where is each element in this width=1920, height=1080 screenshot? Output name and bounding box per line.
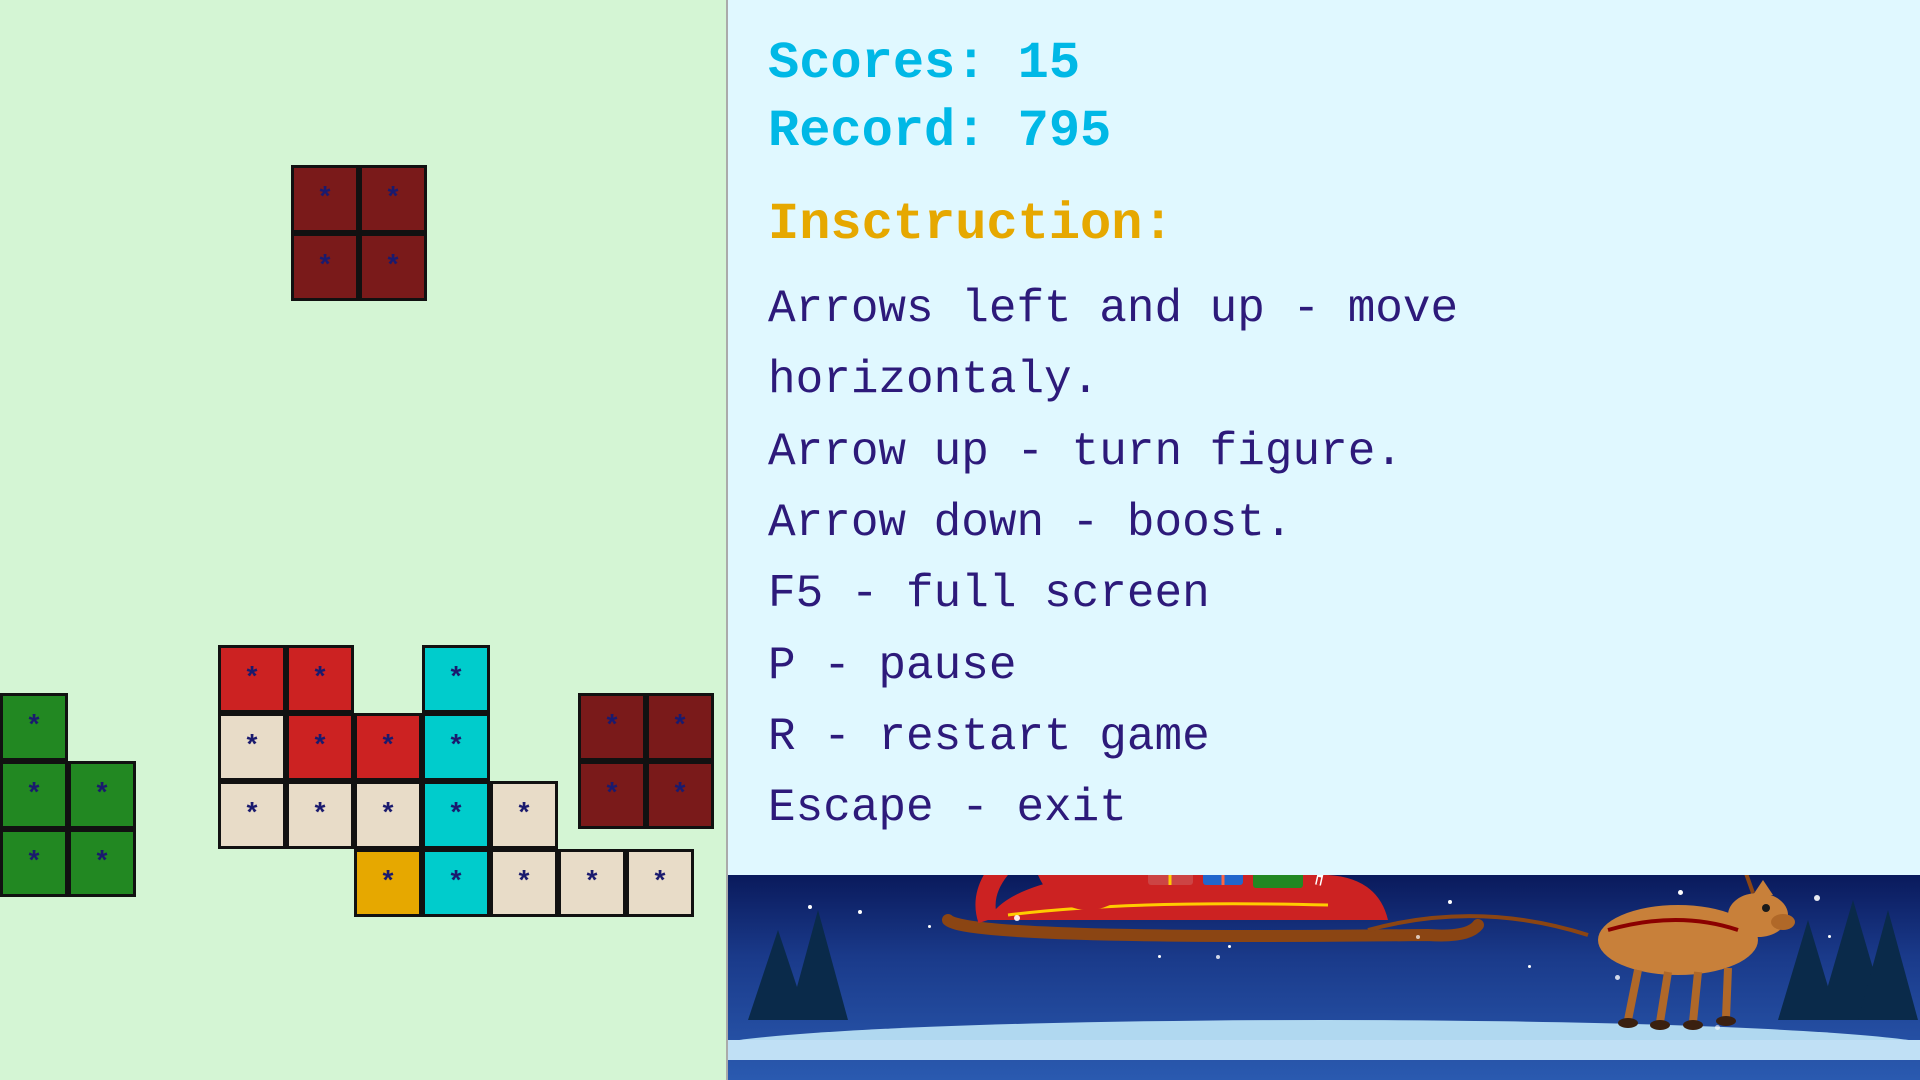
santa-illustration — [728, 875, 1920, 1060]
snowflake — [1416, 935, 1420, 939]
snowflake — [1014, 915, 1020, 921]
snowflake — [1715, 1025, 1720, 1030]
block: * — [286, 781, 354, 849]
block: * — [626, 849, 694, 917]
block: * — [218, 713, 286, 781]
block: * — [286, 645, 354, 713]
block: * — [286, 713, 354, 781]
block: * — [359, 233, 427, 301]
snowflake — [1216, 955, 1220, 959]
block: * — [68, 761, 136, 829]
block: * — [422, 645, 490, 713]
block: * — [422, 781, 490, 849]
block: * — [646, 761, 714, 829]
block: * — [578, 693, 646, 761]
block: * — [0, 693, 68, 761]
game-board: * * * * * * * * * * * * * * * * * * * * … — [0, 0, 728, 1080]
block: * — [291, 233, 359, 301]
instruction-body: Arrows left and up - move horizontaly. A… — [768, 274, 1880, 844]
instruction-title: Insctruction: — [768, 195, 1880, 254]
block: * — [422, 713, 490, 781]
santa-scene — [728, 875, 1920, 1080]
info-panel: Scores: 15 Record: 795 Insctruction: Arr… — [728, 0, 1920, 1080]
block: * — [218, 781, 286, 849]
block: * — [354, 849, 422, 917]
block: * — [0, 829, 68, 897]
block: * — [354, 713, 422, 781]
block: * — [490, 849, 558, 917]
block: * — [490, 781, 558, 849]
santa-scene-container — [728, 875, 1920, 1080]
block: * — [0, 761, 68, 829]
block: * — [359, 165, 427, 233]
block: * — [354, 781, 422, 849]
block: * — [578, 761, 646, 829]
block: * — [68, 829, 136, 897]
block: * — [422, 849, 490, 917]
snowflake — [1615, 975, 1620, 980]
block: * — [218, 645, 286, 713]
info-top: Scores: 15 Record: 795 Insctruction: Arr… — [728, 0, 1920, 875]
block: * — [558, 849, 626, 917]
block: * — [291, 165, 359, 233]
snowflake — [1814, 895, 1820, 901]
record-display: Record: 795 — [768, 98, 1880, 166]
score-display: Scores: 15 — [768, 30, 1880, 98]
block: * — [646, 693, 714, 761]
